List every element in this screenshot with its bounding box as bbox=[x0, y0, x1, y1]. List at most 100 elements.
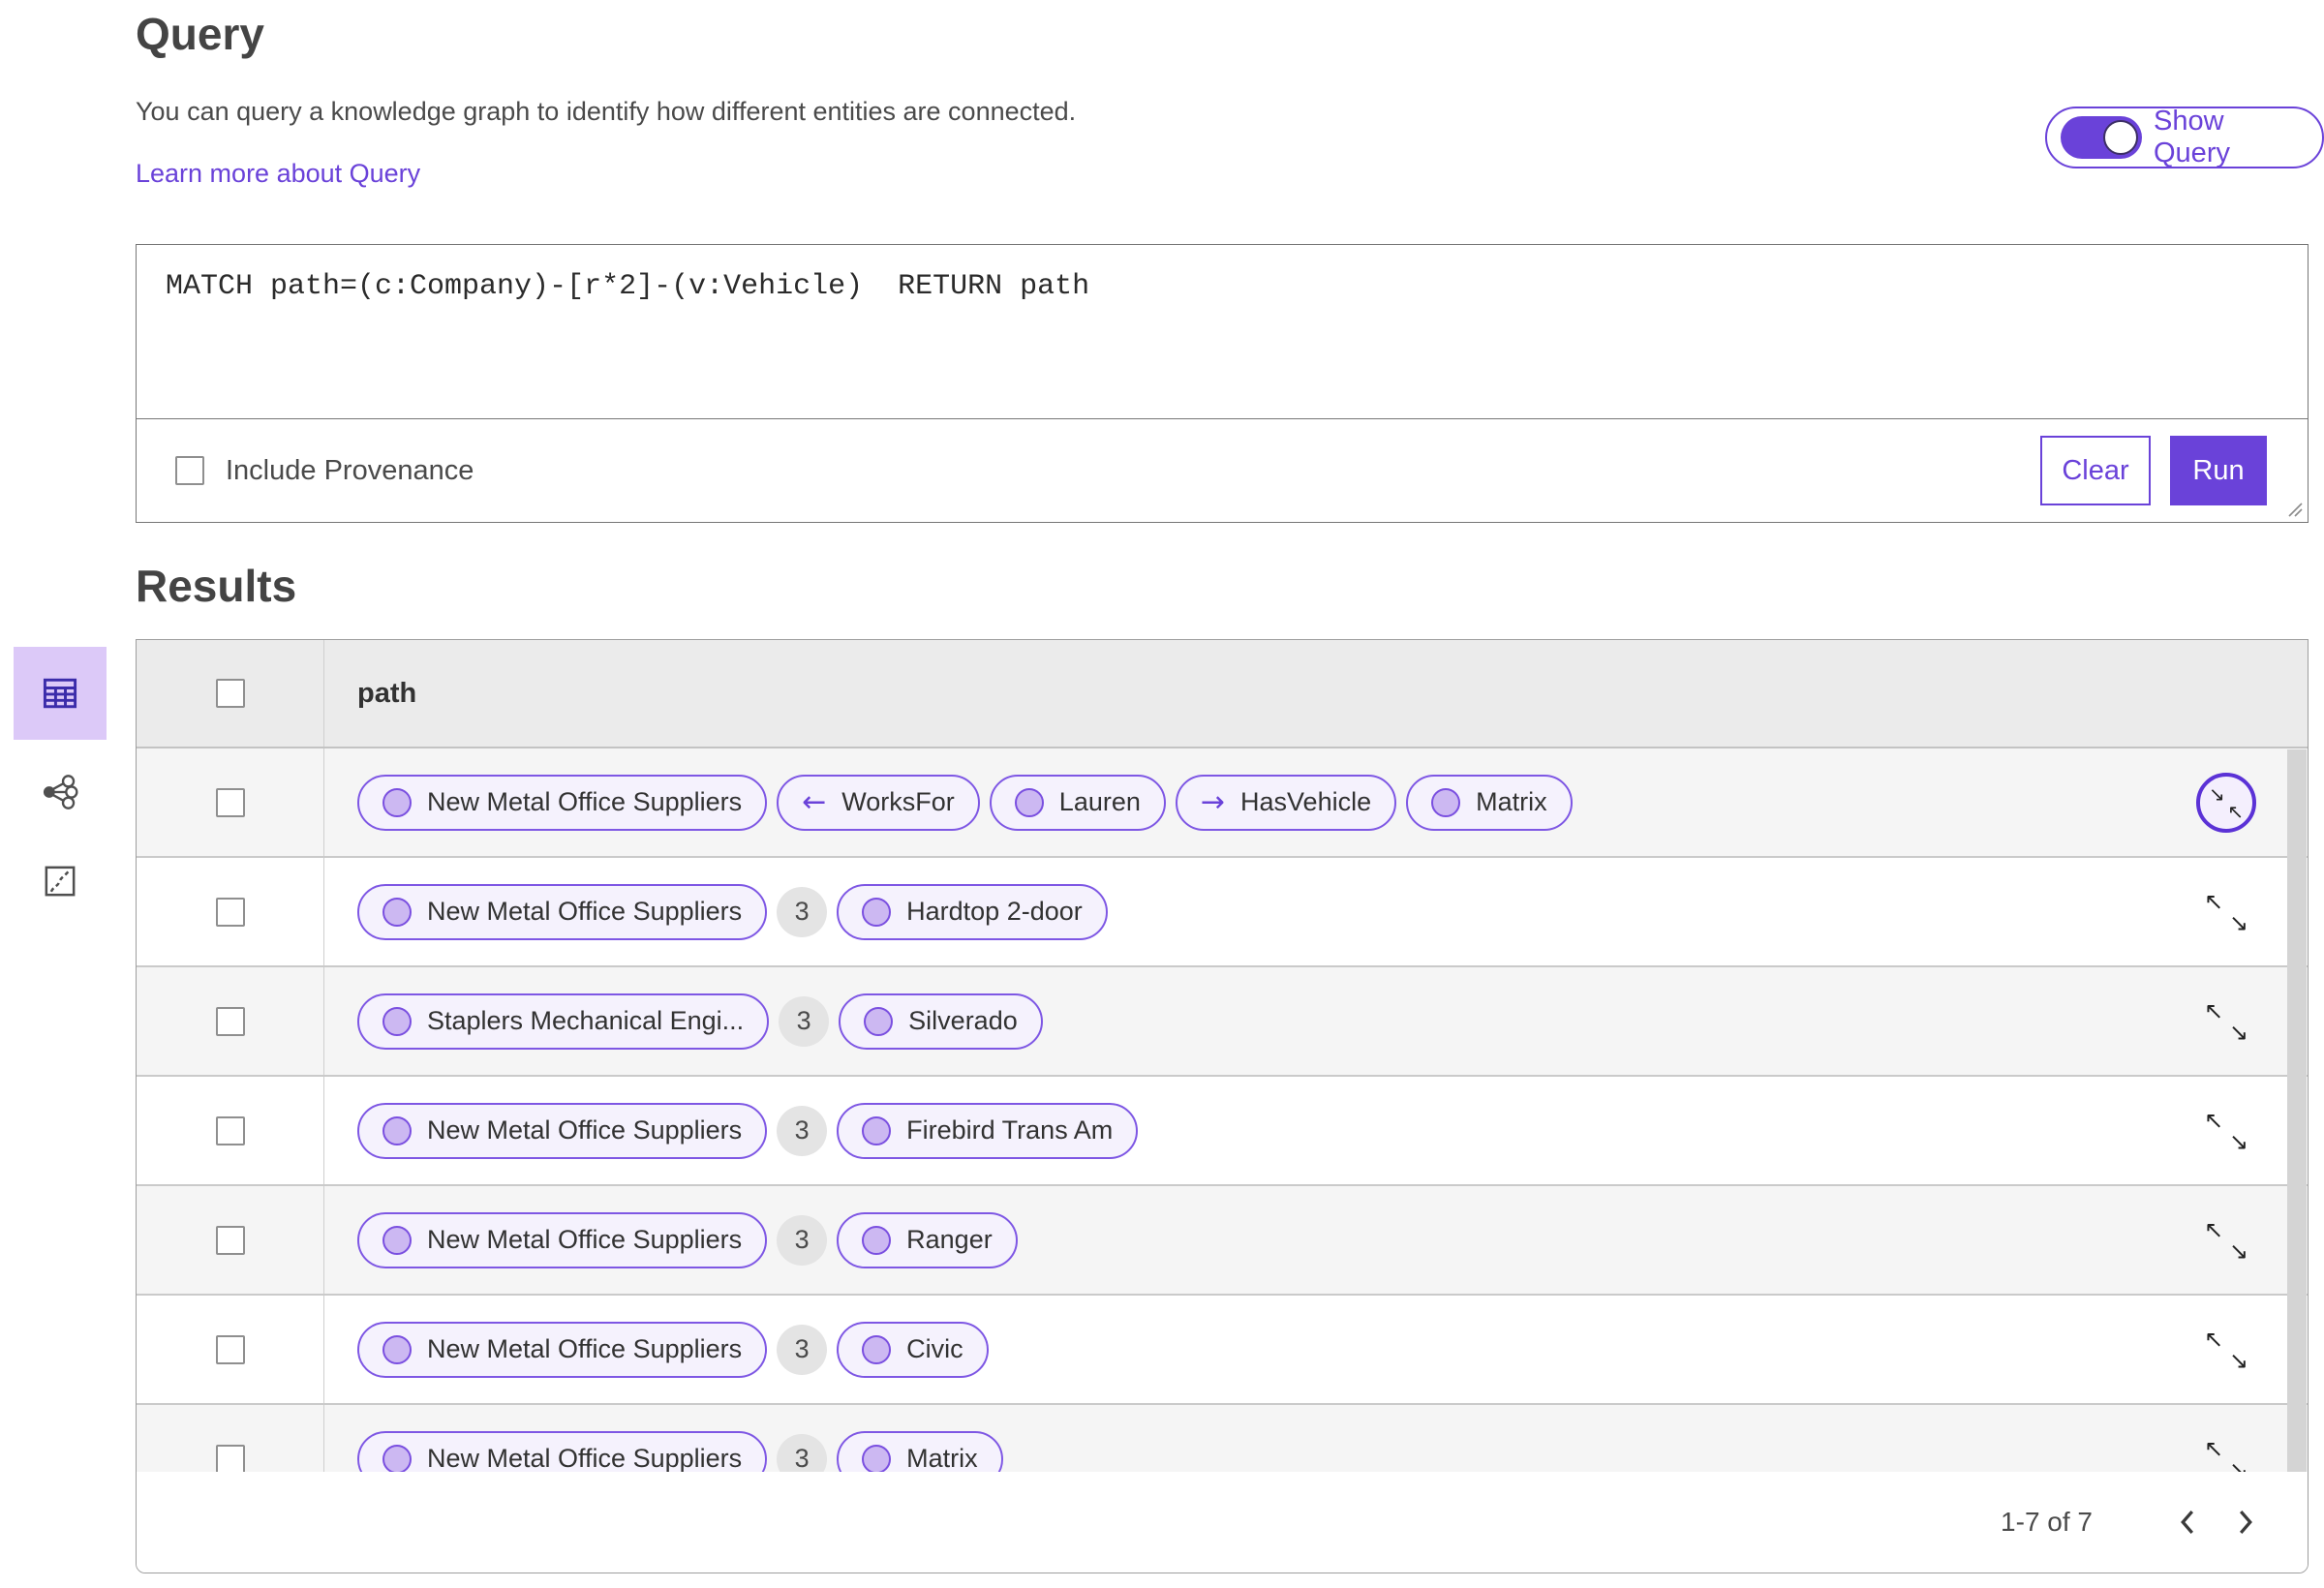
entity-label: New Metal Office Suppliers bbox=[427, 1444, 743, 1473]
table-icon bbox=[43, 678, 77, 709]
expand-row-button[interactable]: ↖ ↘ bbox=[2204, 890, 2248, 934]
entity-pill[interactable]: New Metal Office Suppliers bbox=[357, 1211, 768, 1268]
expand-row-button[interactable]: ↖ ↘ bbox=[2204, 1328, 2248, 1372]
prev-page-button[interactable] bbox=[2158, 1493, 2217, 1551]
arrow-left-icon: ← bbox=[802, 785, 827, 819]
arrow-se-icon: ↘ bbox=[2228, 908, 2248, 936]
entity-icon bbox=[864, 1006, 894, 1036]
next-page-button[interactable] bbox=[2217, 1493, 2275, 1551]
arrow-nw-icon: ↖ bbox=[2227, 799, 2244, 823]
entity-pill[interactable]: Ranger bbox=[837, 1211, 1018, 1268]
show-query-toggle[interactable]: Show Query bbox=[2045, 106, 2324, 168]
vertical-scrollbar[interactable] bbox=[2287, 749, 2307, 1472]
table-row: New Metal Office Suppliers 3 Civic ↖ ↘ bbox=[137, 1296, 2308, 1405]
arrow-nw-icon: ↖ bbox=[2204, 1106, 2224, 1134]
expand-row-button[interactable]: ↖ ↘ bbox=[2204, 1109, 2248, 1153]
row-checkbox[interactable] bbox=[215, 1334, 245, 1364]
chevron-right-icon bbox=[2239, 1511, 2252, 1534]
table-row: New Metal Office Suppliers 3 Hardtop 2-d… bbox=[137, 858, 2308, 967]
entity-icon bbox=[1014, 787, 1044, 817]
query-page: Query You can query a knowledge graph to… bbox=[0, 0, 2324, 1588]
table-row: New Metal Office Suppliers ← WorksFor La… bbox=[137, 748, 2308, 858]
query-text-input[interactable]: MATCH path=(c:Company)-[r*2]-(v:Vehicle)… bbox=[137, 245, 2308, 419]
results-table: path New Metal Office Suppliers ← WorksF… bbox=[136, 639, 2309, 1573]
select-all-checkbox[interactable] bbox=[215, 679, 245, 708]
row-checkbox[interactable] bbox=[215, 787, 245, 817]
entity-label: New Metal Office Suppliers bbox=[427, 897, 743, 926]
entity-label: Matrix bbox=[906, 1444, 978, 1473]
entity-label: New Metal Office Suppliers bbox=[427, 1334, 743, 1363]
row-checkbox[interactable] bbox=[215, 1115, 245, 1145]
row-checkbox[interactable] bbox=[215, 1444, 245, 1474]
arrow-nw-icon: ↖ bbox=[2204, 1215, 2224, 1243]
entity-pill[interactable]: New Metal Office Suppliers bbox=[357, 1102, 768, 1159]
table-header-row: path bbox=[137, 640, 2308, 748]
row-checkbox[interactable] bbox=[215, 897, 245, 927]
pagination-range-label: 1-7 of 7 bbox=[2001, 1507, 2093, 1537]
arrow-right-icon: → bbox=[1200, 785, 1226, 819]
row-checkbox[interactable] bbox=[215, 1225, 245, 1255]
arrow-nw-icon: ↖ bbox=[2204, 1325, 2224, 1353]
entity-icon bbox=[382, 1444, 412, 1474]
include-provenance-checkbox[interactable] bbox=[175, 456, 204, 485]
expand-row-button[interactable]: ↖ ↘ bbox=[2204, 999, 2248, 1044]
expand-row-button[interactable]: ↖ ↘ bbox=[2204, 1218, 2248, 1263]
relationship-pill[interactable]: ← WorksFor bbox=[777, 774, 980, 831]
hidden-hops-badge: 3 bbox=[777, 1324, 828, 1375]
entity-icon bbox=[382, 1006, 412, 1036]
entity-pill[interactable]: Civic bbox=[837, 1321, 989, 1378]
entity-icon bbox=[862, 1225, 892, 1255]
query-footer: Include Provenance Clear Run bbox=[137, 419, 2308, 522]
arrow-se-icon: ↘ bbox=[2209, 781, 2225, 806]
table-row: New Metal Office Suppliers 3 Ranger ↖ ↘ bbox=[137, 1186, 2308, 1296]
tab-map-view[interactable] bbox=[14, 835, 107, 928]
row-checkbox[interactable] bbox=[215, 1006, 245, 1036]
relationship-label: WorksFor bbox=[841, 787, 955, 816]
arrow-nw-icon: ↖ bbox=[2204, 996, 2224, 1024]
entity-label: Staplers Mechanical Engi... bbox=[427, 1006, 745, 1035]
entity-icon bbox=[862, 1115, 892, 1145]
tab-graph-view[interactable] bbox=[14, 746, 107, 839]
results-title: Results bbox=[136, 561, 297, 611]
entity-pill[interactable]: Firebird Trans Am bbox=[837, 1102, 1139, 1159]
toggle-knob bbox=[2103, 120, 2138, 155]
page-title: Query bbox=[136, 9, 264, 59]
entity-pill[interactable]: Matrix bbox=[1406, 774, 1573, 831]
show-query-label: Show Query bbox=[2154, 106, 2230, 168]
entity-icon bbox=[1431, 787, 1461, 817]
toggle-switch-icon[interactable] bbox=[2061, 116, 2142, 159]
entity-icon bbox=[382, 1334, 412, 1364]
entity-label: Civic bbox=[906, 1334, 963, 1363]
arrow-nw-icon: ↖ bbox=[2204, 1434, 2224, 1462]
entity-pill[interactable]: New Metal Office Suppliers bbox=[357, 1321, 768, 1378]
tab-table-view[interactable] bbox=[14, 647, 107, 740]
arrow-se-icon: ↘ bbox=[2228, 1127, 2248, 1155]
entity-pill[interactable]: New Metal Office Suppliers bbox=[357, 774, 768, 831]
entity-pill[interactable]: New Metal Office Suppliers bbox=[357, 883, 768, 940]
entity-icon bbox=[382, 1225, 412, 1255]
entity-label: Hardtop 2-door bbox=[906, 897, 1083, 926]
entity-pill[interactable]: Hardtop 2-door bbox=[837, 883, 1108, 940]
resize-handle-icon[interactable] bbox=[2286, 501, 2304, 518]
entity-label: New Metal Office Suppliers bbox=[427, 787, 743, 816]
graph-icon bbox=[43, 775, 78, 809]
entity-label: Silverado bbox=[908, 1006, 1018, 1035]
relationship-label: HasVehicle bbox=[1240, 787, 1372, 816]
entity-label: Lauren bbox=[1058, 787, 1141, 816]
entity-pill[interactable]: Lauren bbox=[989, 774, 1166, 831]
chevron-left-icon bbox=[2181, 1511, 2194, 1534]
column-header-path: path bbox=[357, 677, 417, 709]
entity-pill[interactable]: Staplers Mechanical Engi... bbox=[357, 992, 770, 1050]
relationship-pill[interactable]: → HasVehicle bbox=[1175, 774, 1397, 831]
entity-icon bbox=[862, 1444, 892, 1474]
run-button[interactable]: Run bbox=[2170, 436, 2267, 505]
entity-pill[interactable]: Silverado bbox=[839, 992, 1043, 1050]
entity-icon bbox=[382, 897, 412, 927]
pagination-bar: 1-7 of 7 bbox=[137, 1472, 2308, 1573]
hidden-hops-badge: 3 bbox=[777, 1105, 828, 1156]
clear-button[interactable]: Clear bbox=[2040, 436, 2151, 505]
collapse-row-button[interactable]: ↘ ↖ bbox=[2196, 772, 2256, 833]
learn-more-link[interactable]: Learn more about Query bbox=[136, 159, 420, 189]
table-row: Staplers Mechanical Engi... 3 Silverado … bbox=[137, 967, 2308, 1077]
hidden-hops-badge: 3 bbox=[777, 886, 828, 937]
